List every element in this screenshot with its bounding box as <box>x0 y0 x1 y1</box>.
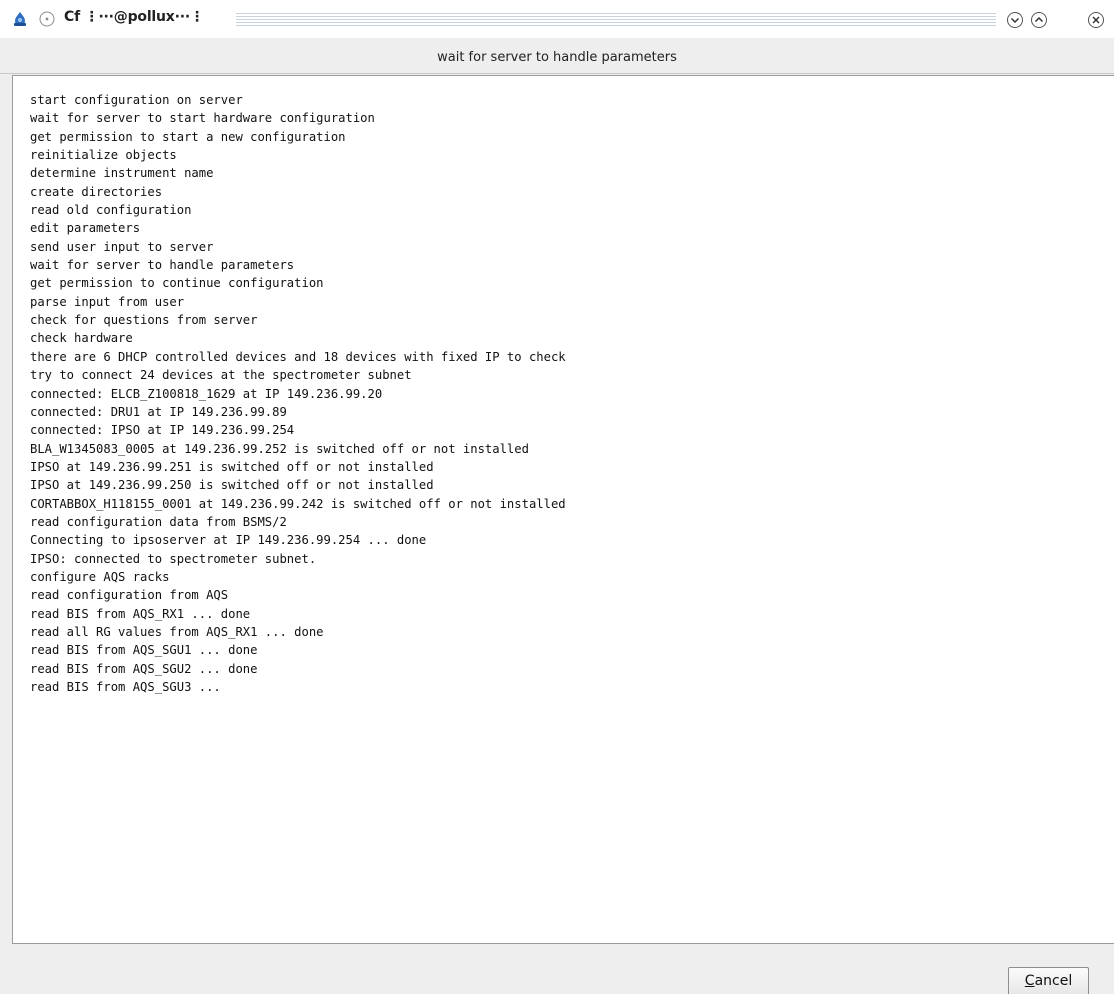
log-text-area[interactable]: start configuration on server wait for se… <box>12 75 1114 944</box>
log-line: BLA_W1345083_0005 at 149.236.99.252 is s… <box>30 441 529 456</box>
dialog-window: Cf ⋮···@pollux···⋮ wait for server to ha… <box>0 0 1114 994</box>
log-line: read old configuration <box>30 203 192 218</box>
log-line: IPSO at 149.236.99.250 is switched off o… <box>30 478 434 493</box>
title-bar-drag-area[interactable] <box>236 13 996 27</box>
status-header: wait for server to handle parameters <box>0 38 1114 74</box>
button-bar: Cancel <box>0 945 1114 994</box>
log-line: parse input from user <box>30 294 185 309</box>
log-line: wait for server to start hardware config… <box>30 111 375 126</box>
log-line: reinitialize objects <box>30 148 177 163</box>
window-menu-icon[interactable] <box>38 10 56 28</box>
app-icon[interactable] <box>11 11 29 29</box>
log-line: get permission to start a new configurat… <box>30 129 346 144</box>
log-line: read BIS from AQS_SGU2 ... done <box>30 661 258 676</box>
log-line: connected: ELCB_Z100818_1629 at IP 149.2… <box>30 386 383 401</box>
log-line: edit parameters <box>30 221 141 236</box>
log-line: connected: IPSO at IP 149.236.99.254 <box>30 423 295 438</box>
title-bar[interactable]: Cf ⋮···@pollux···⋮ <box>0 0 1114 38</box>
log-line: read BIS from AQS_RX1 ... done <box>30 606 251 621</box>
log-line: read BIS from AQS_SGU1 ... done <box>30 643 258 658</box>
log-line: there are 6 DHCP controlled devices and … <box>30 349 566 364</box>
log-line: check hardware <box>30 331 133 346</box>
log-line: configure AQS racks <box>30 569 170 584</box>
cancel-button[interactable]: Cancel <box>1008 967 1089 994</box>
log-line: try to connect 24 devices at the spectro… <box>30 368 412 383</box>
log-line: read configuration data from BSMS/2 <box>30 514 287 529</box>
log-line: determine instrument name <box>30 166 214 181</box>
log-line: read BIS from AQS_SGU3 ... <box>30 680 221 694</box>
log-line: IPSO: connected to spectrometer subnet. <box>30 551 317 566</box>
log-line: CORTABBOX_H118155_0001 at 149.236.99.242… <box>30 496 566 511</box>
maximize-icon[interactable] <box>1030 11 1048 29</box>
log-line: check for questions from server <box>30 313 258 328</box>
log-line: get permission to continue configuration <box>30 276 324 291</box>
log-line: connected: DRU1 at IP 149.236.99.89 <box>30 404 287 419</box>
log-line: IPSO at 149.236.99.251 is switched off o… <box>30 459 434 474</box>
cancel-mnemonic: C <box>1024 973 1035 989</box>
log-line: read configuration from AQS <box>30 588 229 603</box>
log-line: wait for server to handle parameters <box>30 258 295 273</box>
log-line: create directories <box>30 184 163 199</box>
minimize-icon[interactable] <box>1006 11 1024 29</box>
status-label: wait for server to handle parameters <box>437 50 677 65</box>
log-lines: start configuration on server wait for se… <box>30 91 566 696</box>
log-line: start configuration on server <box>30 93 243 107</box>
close-icon[interactable] <box>1087 11 1105 29</box>
log-line: send user input to server <box>30 239 214 254</box>
log-line: Connecting to ipsoserver at IP 149.236.9… <box>30 533 427 548</box>
log-line: read all RG values from AQS_RX1 ... done <box>30 624 324 639</box>
window-title: Cf ⋮···@pollux···⋮ <box>64 9 204 25</box>
cancel-label: ancel <box>1034 973 1073 989</box>
